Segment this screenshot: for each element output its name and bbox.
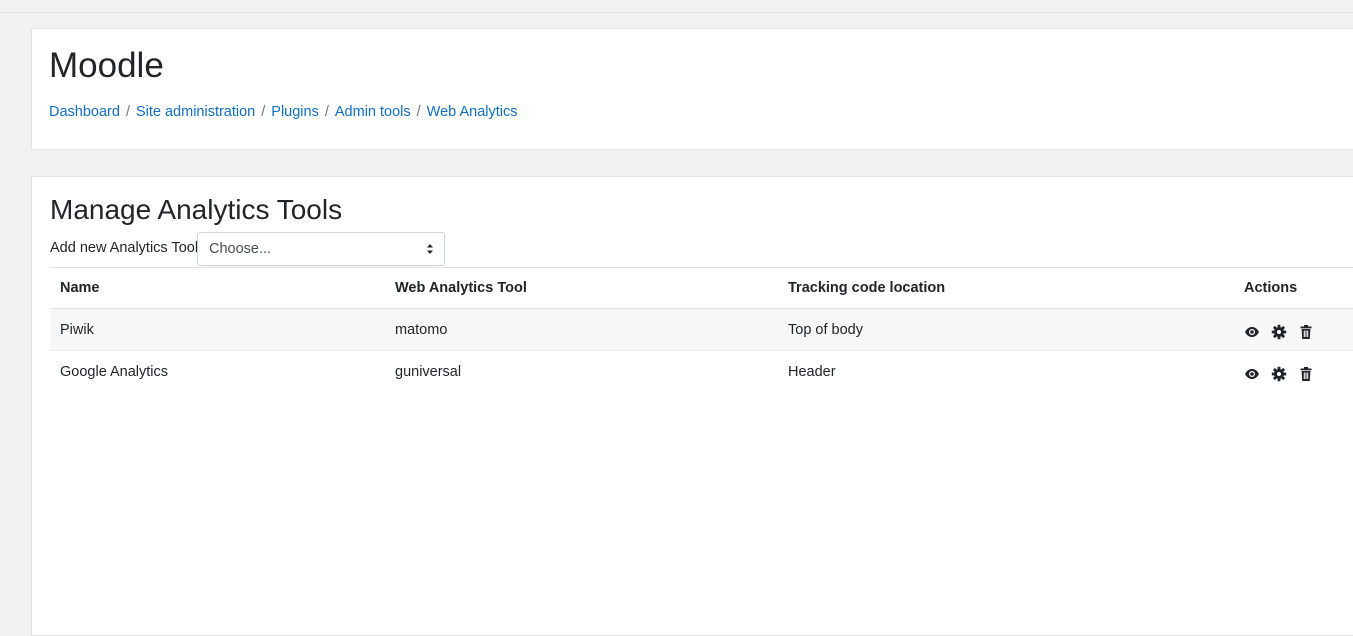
- select-caret-icon: [427, 244, 433, 254]
- cell-actions: [1234, 308, 1353, 351]
- table-row: Piwik matomo Top of body: [50, 308, 1353, 351]
- page-header: Moodle Dashboard / Site administration / Plu…: [31, 28, 1353, 150]
- cell-location: Header: [778, 350, 1234, 393]
- table-row: Google Analytics guniversal Header: [50, 350, 1353, 393]
- breadcrumb-separator: /: [125, 104, 130, 120]
- breadcrumb-site-administration[interactable]: Site administration: [136, 104, 255, 120]
- main-content: Manage Analytics Tools Add new Analytics…: [31, 176, 1353, 636]
- add-tool-select-value: Choose...: [209, 241, 272, 257]
- breadcrumb-separator: /: [324, 104, 329, 120]
- table-header-row: Name Web Analytics Tool Tracking code lo…: [50, 267, 1353, 309]
- breadcrumb-separator: /: [261, 104, 266, 120]
- cell-name: Google Analytics: [50, 350, 385, 393]
- add-tool-select[interactable]: Choose...: [197, 232, 445, 266]
- page-heading: Manage Analytics Tools: [50, 194, 343, 225]
- cell-location: Top of body: [778, 308, 1234, 351]
- breadcrumb: Dashboard / Site administration / Plugins / Ad…: [49, 102, 517, 122]
- trash-icon[interactable]: [1298, 324, 1314, 340]
- cell-name: Piwik: [50, 308, 385, 351]
- gear-icon[interactable]: [1271, 366, 1287, 382]
- header-name: Name: [50, 267, 385, 309]
- cell-tool: guniversal: [385, 350, 778, 393]
- breadcrumb-plugins[interactable]: Plugins: [271, 104, 319, 120]
- eye-icon[interactable]: [1244, 366, 1260, 382]
- top-bar: [0, 0, 1353, 13]
- breadcrumb-admin-tools[interactable]: Admin tools: [335, 104, 411, 120]
- breadcrumb-web-analytics[interactable]: Web Analytics: [427, 104, 518, 120]
- breadcrumb-dashboard[interactable]: Dashboard: [49, 104, 120, 120]
- header-tool: Web Analytics Tool: [385, 267, 778, 309]
- cell-tool: matomo: [385, 308, 778, 351]
- gear-icon[interactable]: [1271, 324, 1287, 340]
- cell-actions: [1234, 350, 1353, 393]
- analytics-tools-table: Name Web Analytics Tool Tracking code lo…: [50, 267, 1353, 393]
- add-tool-label: Add new Analytics Tool: [50, 240, 199, 256]
- eye-icon[interactable]: [1244, 324, 1260, 340]
- trash-icon[interactable]: [1298, 366, 1314, 382]
- breadcrumb-separator: /: [416, 104, 421, 120]
- header-actions: Actions: [1234, 267, 1353, 309]
- header-location: Tracking code location: [778, 267, 1234, 309]
- site-title: Moodle: [49, 46, 164, 85]
